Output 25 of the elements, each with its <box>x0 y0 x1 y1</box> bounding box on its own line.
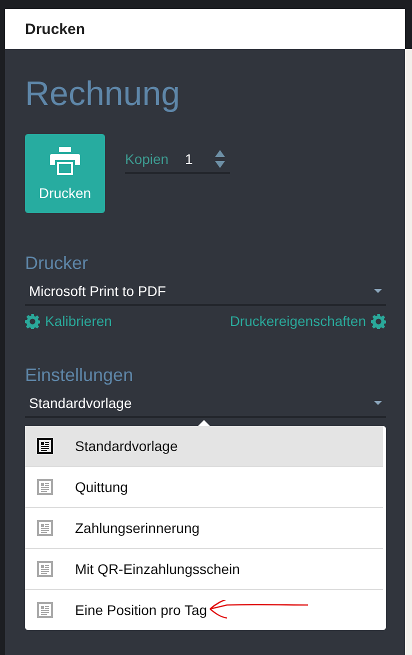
menu-item[interactable]: Zahlungserinnerung <box>25 507 383 548</box>
printer-icon <box>50 146 80 174</box>
document-icon <box>37 438 53 454</box>
menu-item[interactable]: Eine Position pro Tag <box>25 589 383 630</box>
dropdown-field[interactable]: Standardvorlage <box>25 389 386 418</box>
caret-icon <box>374 400 382 404</box>
gear-icon <box>371 314 386 328</box>
window-title: Drucken <box>25 20 86 38</box>
document-icon <box>37 561 53 577</box>
document-icon <box>37 479 53 495</box>
copies-field[interactable]: Kopien 1 <box>125 146 230 174</box>
menu-item[interactable]: Standardvorlage <box>25 426 383 466</box>
spinner-icon[interactable] <box>215 150 225 168</box>
document-icon <box>37 602 53 618</box>
page-heading: Rechnung <box>25 74 182 115</box>
caret-icon <box>374 288 382 292</box>
section-label: Einstellungen <box>25 365 134 387</box>
menu-item[interactable]: Mit QR-Einzahlungsschein <box>25 548 383 589</box>
link[interactable]: Kalibrieren <box>25 313 112 329</box>
link[interactable]: Druckereigenschaften <box>230 313 386 329</box>
dropdown-field[interactable]: Microsoft Print to PDF <box>25 277 386 306</box>
gear-icon <box>25 314 40 328</box>
menu-item[interactable]: Quittung <box>25 466 383 507</box>
document-icon <box>37 520 53 536</box>
section-label: Drucker <box>25 253 90 275</box>
